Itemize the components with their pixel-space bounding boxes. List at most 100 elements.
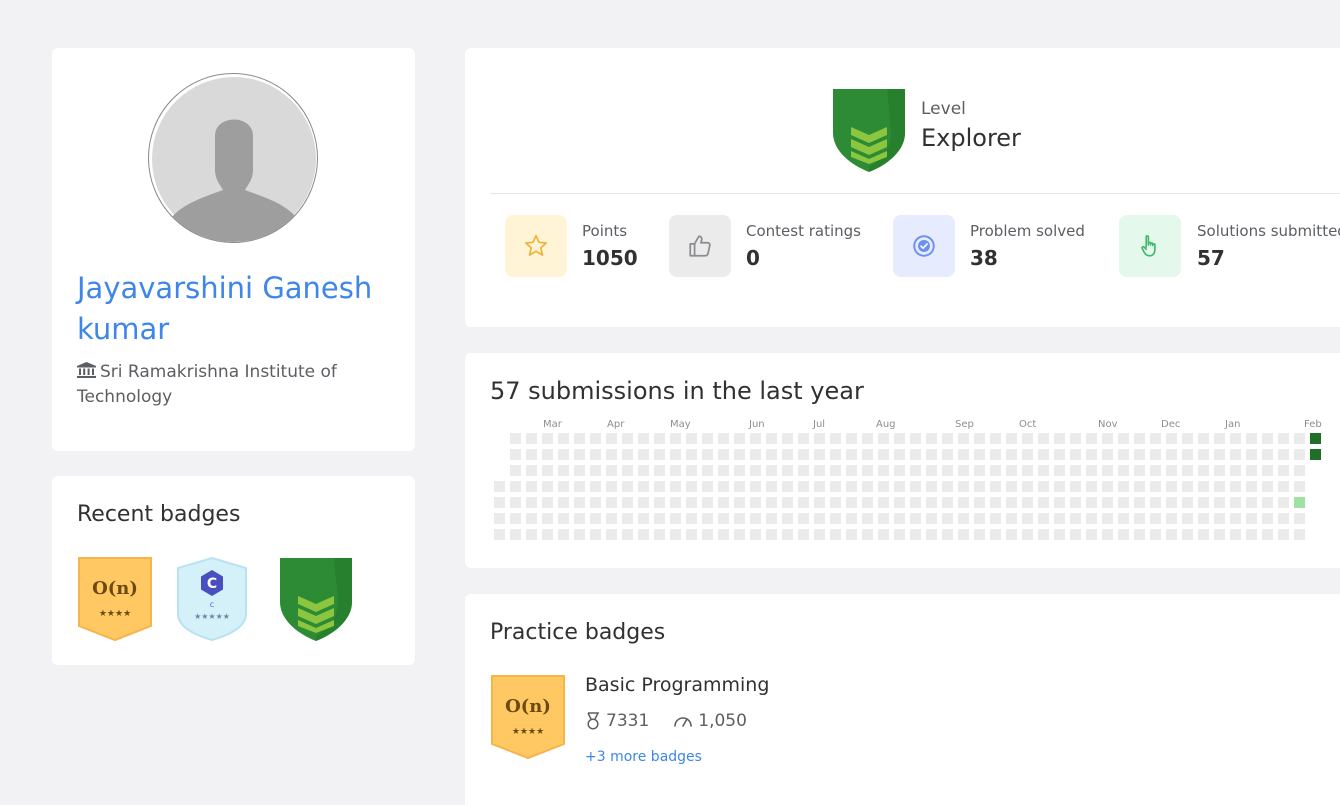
heatmap-cell [1214,481,1225,492]
heatmap-cell [766,449,777,460]
heatmap-cell [606,497,617,508]
more-badges-link[interactable]: +3 more badges [585,749,702,765]
heatmap-cell [1166,529,1177,540]
heatmap-cell [574,449,585,460]
heatmap-cell [782,481,793,492]
heatmap-cell [1198,433,1209,444]
heatmap-cell [638,481,649,492]
heatmap-cell [1022,481,1033,492]
heatmap-cell [590,449,601,460]
heatmap-cell [1070,481,1081,492]
avatar[interactable] [148,73,318,243]
heatmap-cell [1230,449,1241,460]
heatmap-cell [878,465,889,476]
heatmap-cell [1214,465,1225,476]
heatmap-cell [990,433,1001,444]
c-language-badge-icon: C C ★★★★★ [177,556,247,642]
heatmap-cell [1118,433,1129,444]
level-badge [829,87,909,177]
submitted-value: 57 [1197,246,1225,270]
heatmap-cell [622,433,633,444]
submissions-card: 57 submissions in the last year Mar Apr … [465,353,1340,568]
heatmap-cell [910,513,921,524]
heatmap-cell [670,465,681,476]
heatmap-cell [1086,465,1097,476]
star-icon [524,234,548,256]
thumbs-up-icon [689,235,711,257]
recent-badge-level[interactable] [276,556,356,646]
heatmap-cell [1230,513,1241,524]
heatmap-cell [1118,497,1129,508]
heatmap-cell [1086,433,1097,444]
heatmap-cell [1230,433,1241,444]
heatmap-cell [1022,465,1033,476]
heatmap-cell [1134,465,1145,476]
heatmap-cell [1134,433,1145,444]
heatmap-cell [558,497,569,508]
heatmap-cell [718,433,729,444]
heatmap-cell [862,513,873,524]
heatmap-cell [718,513,729,524]
heatmap-cell [622,481,633,492]
heatmap-cell [510,513,521,524]
practice-badge-name: Basic Programming [585,674,770,696]
heatmap-cell [1102,433,1113,444]
heatmap-cell [894,449,905,460]
heatmap-cell [574,513,585,524]
recent-badge-big-o[interactable]: O(n) ★★★★ [77,556,153,646]
month-label: Feb [1304,419,1322,430]
heatmap-cell [1278,449,1289,460]
heatmap-cell [1278,529,1289,540]
level-caption: Level [921,99,966,119]
heatmap-cell [814,433,825,444]
heatmap-cell [702,449,713,460]
heatmap-cell [814,497,825,508]
heatmap-cell [1246,449,1257,460]
heatmap-cell [1262,433,1273,444]
heatmap-cell [846,529,857,540]
heatmap-cell [638,529,649,540]
heatmap-cell [942,433,953,444]
heatmap-cell [590,513,601,524]
heatmap-cell [622,513,633,524]
heatmap-cell [654,513,665,524]
practice-badge[interactable]: O(n) ★★★★ [490,674,566,764]
heatmap-cell [990,465,1001,476]
heatmap-cell [1278,433,1289,444]
heatmap-cell [670,529,681,540]
heatmap-cell [654,481,665,492]
heatmap-cell [846,481,857,492]
heatmap-cell [846,449,857,460]
heatmap-cell [942,449,953,460]
recent-badge-c[interactable]: C C ★★★★★ [176,556,248,646]
heatmap-cell [942,465,953,476]
heatmap-cell [1294,465,1305,476]
heatmap-cell [1086,481,1097,492]
heatmap-cell [1182,481,1193,492]
heatmap-cell [750,481,761,492]
heatmap-cell [1310,433,1321,444]
svg-text:C: C [210,602,214,609]
heatmap-cell [974,465,985,476]
heatmap-cell [782,433,793,444]
heatmap-cell [878,449,889,460]
heatmap-cell [1166,449,1177,460]
heatmap-cell [1102,513,1113,524]
heatmap-cell [846,497,857,508]
contest-icon-box [669,215,731,277]
heatmap-cell [750,465,761,476]
heatmap-cell [1070,465,1081,476]
heatmap-cell [1118,481,1129,492]
heatmap-cell [1134,497,1145,508]
heatmap-cell [942,497,953,508]
heatmap-cell [958,433,969,444]
heatmap-cell [798,465,809,476]
month-label: Sep [955,419,974,430]
heatmap-cell [926,481,937,492]
heatmap-cell [606,449,617,460]
heatmap-cell [926,449,937,460]
profile-card: Jayavarshini Ganesh kumar Sri Ramakrishn… [52,48,415,451]
heatmap-cell [1198,481,1209,492]
default-user-icon [152,77,316,242]
heatmap-cell [798,497,809,508]
